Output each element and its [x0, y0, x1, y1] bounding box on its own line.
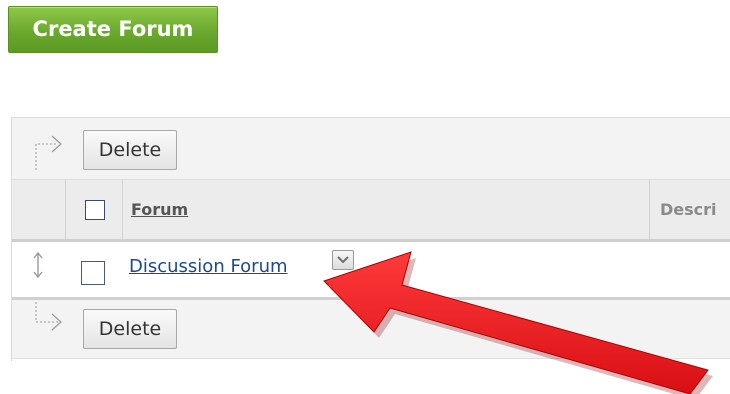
forums-page: Create Forum Delete Forum Descri Discuss…	[0, 0, 730, 394]
select-all-checkbox[interactable]	[85, 200, 105, 220]
column-header-description[interactable]: Descri	[660, 200, 717, 219]
bottom-action-bar: Delete	[12, 297, 730, 359]
elbow-arrow-right-icon	[35, 135, 62, 170]
top-action-bar: Delete	[12, 118, 730, 180]
chevron-down-icon	[337, 256, 349, 264]
forum-link[interactable]: Discussion Forum	[129, 256, 288, 277]
table-row: Discussion Forum	[12, 242, 730, 297]
column-header-forum[interactable]: Forum	[131, 200, 188, 219]
create-forum-button[interactable]: Create Forum	[8, 6, 218, 53]
table-header-row: Forum Descri	[12, 180, 730, 242]
delete-button-bottom[interactable]: Delete	[83, 309, 177, 349]
drag-handle-icon[interactable]	[32, 251, 44, 279]
column-divider	[65, 180, 66, 239]
elbow-arrow-right-icon	[35, 302, 62, 331]
delete-button-top[interactable]: Delete	[83, 130, 177, 170]
row-menu-button[interactable]	[332, 250, 354, 270]
column-divider	[122, 180, 123, 239]
column-divider	[649, 180, 650, 239]
row-select-checkbox[interactable]	[81, 261, 105, 285]
forum-table: Delete Forum Descri Discussion Forum Del…	[11, 117, 730, 361]
